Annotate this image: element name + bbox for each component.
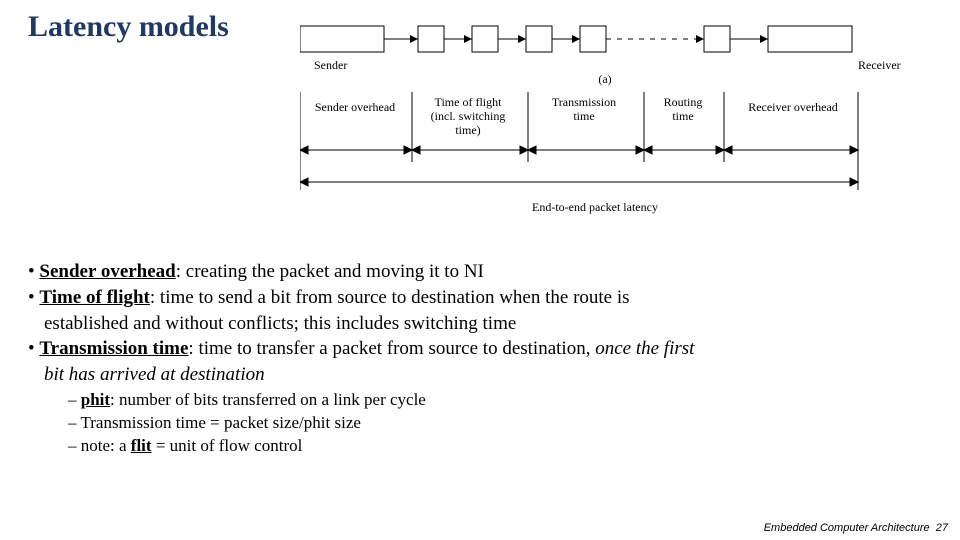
footer-slide-num: 27 xyxy=(936,522,948,534)
s1-rest: : number of bits transferred on a link p… xyxy=(110,390,426,409)
b2-rest-b: established and without conflicts; this … xyxy=(44,313,516,334)
b3-rest-a: : time to transfer a packet from source … xyxy=(188,338,595,359)
sender-label: Sender xyxy=(314,58,347,73)
slide-footer: Embedded Computer Architecture 27 xyxy=(764,522,948,534)
b3-rest-b: once the first xyxy=(595,338,694,359)
footer-course: Embedded Computer Architecture xyxy=(764,522,930,534)
s3-term: flit xyxy=(131,436,152,455)
b1-term: Sender overhead xyxy=(39,261,175,282)
s2: Transmission time = packet size/phit siz… xyxy=(80,413,360,432)
page-title: Latency models xyxy=(28,10,229,44)
diagram-a xyxy=(300,22,888,74)
receiver-label: Receiver xyxy=(858,58,901,73)
s3-rest: = unit of flow control xyxy=(152,436,303,455)
end-to-end-label: End-to-end packet latency xyxy=(510,200,680,215)
s1-term: phit xyxy=(81,390,110,409)
b2-rest-a: : time to send a bit from source to dest… xyxy=(150,287,630,308)
b3-term: Transmission time xyxy=(39,338,188,359)
diagram-timing-bars xyxy=(300,92,860,212)
s3-pre: note: a xyxy=(81,436,131,455)
bullet-content: • Sender overhead: creating the packet a… xyxy=(28,260,932,459)
b1-rest: : creating the packet and moving it to N… xyxy=(176,261,484,282)
b3-rest-c: bit has arrived at destination xyxy=(44,364,265,385)
b2-term: Time of flight xyxy=(39,287,149,308)
fig-a-label: (a) xyxy=(590,72,620,87)
